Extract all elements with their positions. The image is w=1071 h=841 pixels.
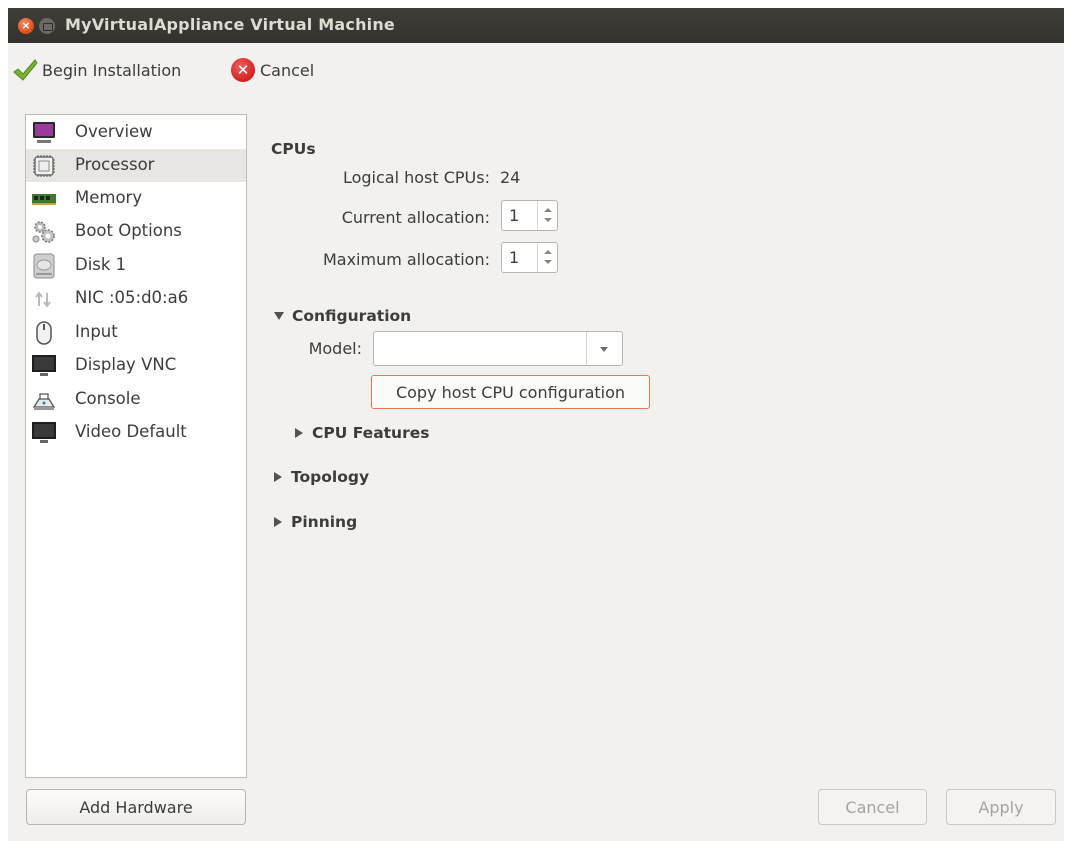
gears-icon — [32, 221, 55, 243]
spinner-arrows[interactable] — [537, 201, 557, 230]
sidebar-item-video-default[interactable]: Video Default — [26, 416, 246, 449]
chevron-down-icon[interactable] — [600, 347, 608, 352]
sidebar-item-label: Input — [75, 322, 118, 341]
cpu-chip-icon — [33, 155, 55, 177]
collapsed-triangle-icon — [295, 428, 303, 438]
display-icon — [32, 355, 56, 376]
window-title: MyVirtualAppliance Virtual Machine — [65, 15, 395, 34]
apply-button[interactable]: Apply — [946, 789, 1056, 825]
close-window-icon[interactable]: × — [18, 18, 34, 34]
add-hardware-button[interactable]: Add Hardware — [26, 789, 246, 825]
model-label: Model: — [308, 339, 362, 358]
video-icon — [32, 422, 56, 443]
cpu-features-title: CPU Features — [312, 424, 430, 442]
cancel-button[interactable]: Cancel — [818, 789, 927, 825]
logical-host-cpus-label: Logical host CPUs: — [342, 168, 490, 187]
sidebar-item-processor[interactable]: Processor — [26, 149, 246, 182]
current-allocation-value: 1 — [509, 206, 520, 225]
current-allocation-label: Current allocation: — [341, 208, 490, 227]
memory-icon — [32, 194, 56, 205]
sidebar-item-label: Boot Options — [75, 221, 182, 240]
current-allocation-spinner[interactable]: 1 — [501, 200, 558, 231]
configuration-title: Configuration — [292, 307, 412, 325]
sidebar-item-console[interactable]: Console — [26, 383, 246, 416]
cpu-features-expander[interactable]: CPU Features — [295, 424, 429, 442]
sidebar-item-label: Memory — [75, 188, 143, 207]
monitor-icon — [33, 122, 55, 143]
sidebar-item-label: Disk 1 — [75, 255, 127, 274]
configuration-expander[interactable]: Configuration — [274, 307, 411, 325]
sidebar-item-label: Processor — [75, 155, 155, 174]
cancel-x-icon: ✕ — [231, 58, 255, 82]
maximum-allocation-spinner[interactable]: 1 — [501, 242, 558, 273]
decrement-arrow-icon[interactable] — [544, 218, 552, 222]
hardware-list: Overview Processor Memory Boot Options D… — [25, 114, 247, 778]
sidebar-item-overview[interactable]: Overview — [26, 116, 246, 149]
increment-arrow-icon[interactable] — [544, 208, 552, 212]
sidebar-item-label: NIC :05:d0:a6 — [75, 288, 189, 307]
expanded-triangle-icon — [274, 312, 284, 320]
toolbar: Begin Installation ✕ Cancel — [8, 43, 1064, 99]
begin-installation-button[interactable]: Begin Installation — [12, 56, 181, 84]
copy-host-cpu-configuration-button[interactable]: Copy host CPU configuration — [371, 375, 650, 409]
network-icon — [35, 291, 51, 308]
sidebar-item-label: Overview — [75, 122, 153, 141]
cancel-installation-button[interactable]: ✕ Cancel — [231, 56, 314, 84]
sidebar-item-nic[interactable]: NIC :05:d0:a6 — [26, 282, 246, 315]
cancel-installation-label: Cancel — [260, 60, 315, 80]
collapsed-triangle-icon — [274, 517, 282, 527]
sidebar-item-boot-options[interactable]: Boot Options — [26, 215, 246, 248]
collapsed-triangle-icon — [274, 472, 282, 482]
checkmark-icon — [13, 59, 38, 81]
spinner-arrows[interactable] — [537, 243, 557, 272]
vm-details-window: × MyVirtualAppliance Virtual Machine Beg… — [8, 8, 1064, 841]
maximum-allocation-label: Maximum allocation: — [322, 250, 490, 269]
cpus-section-title: CPUs — [271, 140, 316, 158]
processor-details-panel: CPUs Logical host CPUs: 24 Current alloc… — [258, 100, 1058, 780]
sidebar-item-display-vnc[interactable]: Display VNC — [26, 349, 246, 382]
sidebar-item-label: Display VNC — [75, 355, 177, 374]
minimize-window-icon[interactable] — [39, 18, 55, 34]
pinning-title: Pinning — [291, 513, 358, 531]
title-bar: × MyVirtualAppliance Virtual Machine — [8, 8, 1064, 43]
sidebar-item-label: Console — [75, 389, 141, 408]
maximum-allocation-value: 1 — [509, 248, 520, 267]
pinning-expander[interactable]: Pinning — [274, 513, 357, 531]
sidebar-item-disk-1[interactable]: Disk 1 — [26, 249, 246, 282]
begin-installation-label: Begin Installation — [42, 60, 182, 80]
console-icon — [32, 393, 56, 410]
topology-expander[interactable]: Topology — [274, 468, 369, 486]
mouse-icon — [36, 321, 52, 345]
sidebar-item-memory[interactable]: Memory — [26, 182, 246, 215]
topology-title: Topology — [291, 468, 370, 486]
increment-arrow-icon[interactable] — [544, 250, 552, 254]
sidebar-item-label: Video Default — [75, 422, 187, 441]
disk-icon — [33, 253, 55, 279]
cpu-model-combobox[interactable] — [373, 331, 623, 366]
sidebar-item-input[interactable]: Input — [26, 316, 246, 349]
combobox-separator — [586, 332, 587, 365]
logical-host-cpus-value: 24 — [500, 168, 521, 187]
decrement-arrow-icon[interactable] — [544, 260, 552, 264]
